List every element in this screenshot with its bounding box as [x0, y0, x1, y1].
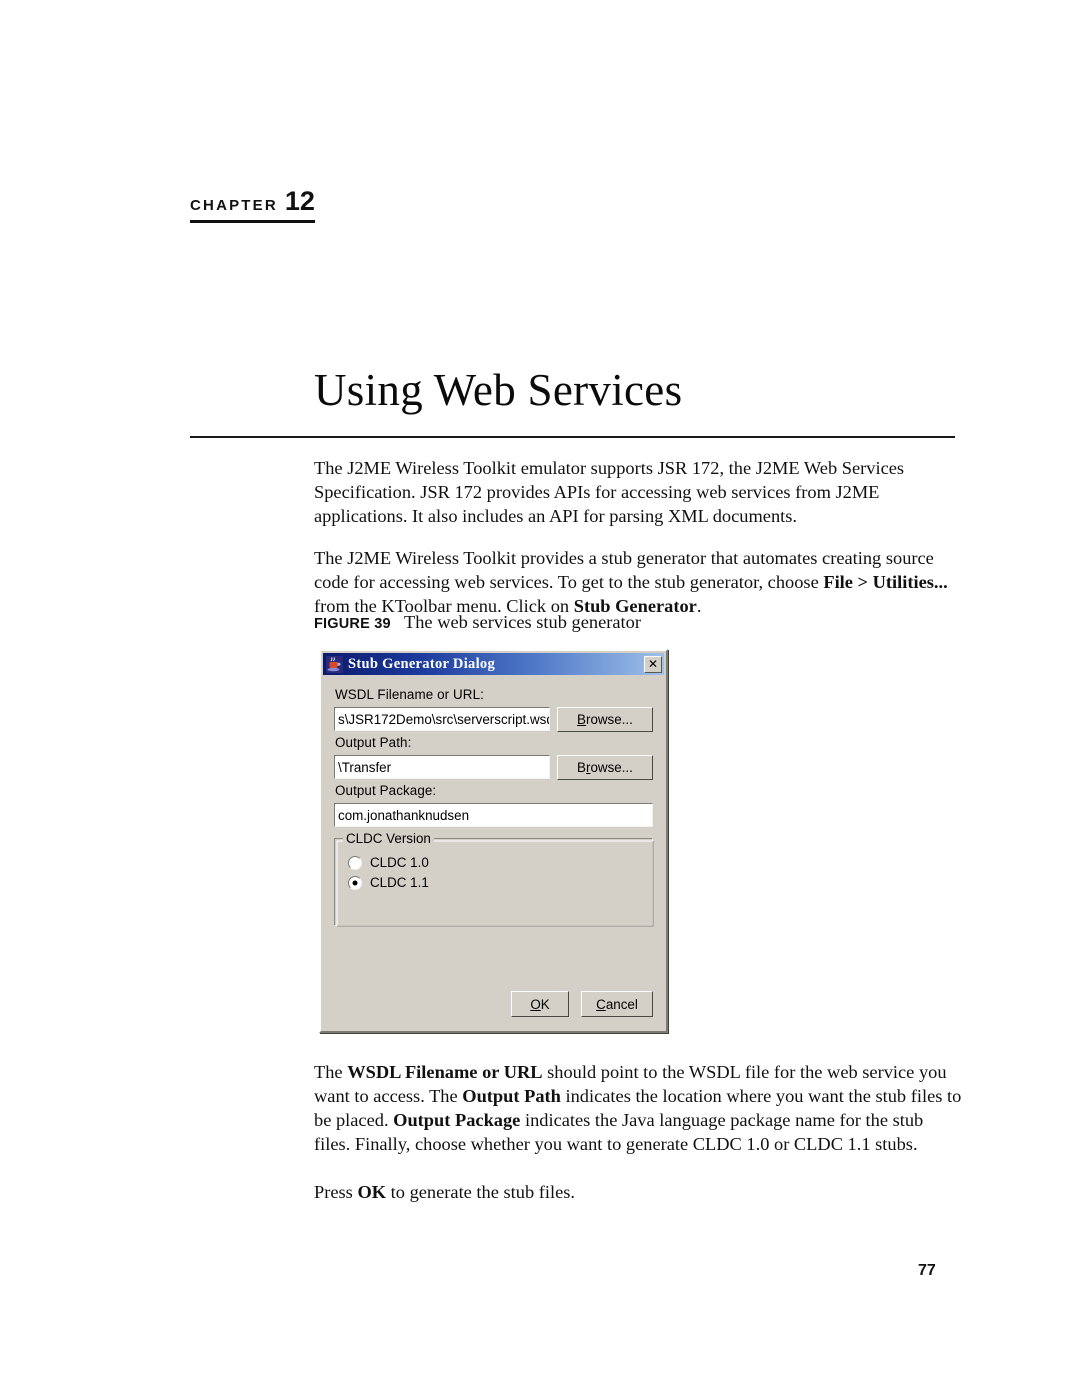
document-page: CHAPTER 12 Using Web Services The J2ME W… [0, 0, 1080, 1397]
p3-text-1: The [314, 1062, 348, 1082]
output-path-input[interactable]: \Transfer [334, 755, 550, 779]
wsdl-browse-rest: rowse... [585, 712, 633, 727]
cldc-version-groupbox: CLDC Version CLDC 1.0 CLDC 1.1 [334, 831, 653, 926]
paragraph-field-descriptions: The WSDL Filename or URL should point to… [314, 1060, 964, 1156]
p3-bold-wsdl: WSDL Filename or URL [347, 1062, 543, 1082]
ok-rest: K [540, 996, 550, 1012]
body-column: The J2ME Wireless Toolkit emulator suppo… [314, 456, 964, 637]
java-coffee-cup-icon [326, 655, 343, 673]
figure-caption-text: The web services stub generator [404, 612, 641, 632]
wsdl-field-label: WSDL Filename or URL: [335, 687, 484, 702]
radio-label-cldc-10: CLDC 1.0 [370, 855, 429, 870]
ok-mnemonic: O [530, 996, 541, 1012]
op-browse-b: B [577, 760, 586, 775]
paragraph-intro-text: The J2ME Wireless Toolkit emulator suppo… [314, 458, 905, 527]
dialog-title: Stub Generator Dialog [348, 655, 496, 672]
cancel-button[interactable]: Cancel [581, 991, 653, 1017]
body-column-lower: The WSDL Filename or URL should point to… [314, 1060, 964, 1222]
chapter-number: 12 [284, 186, 315, 216]
cancel-rest: ancel [605, 996, 638, 1012]
dialog-titlebar[interactable]: Stub Generator Dialog ✕ [323, 653, 664, 675]
ok-button[interactable]: OK [511, 991, 569, 1017]
output-package-input[interactable]: com.jonathanknudsen [334, 803, 653, 827]
close-icon[interactable]: ✕ [644, 655, 662, 673]
wsdl-filename-input[interactable]: s\JSR172Demo\src\serverscript.wsdl [334, 707, 550, 731]
title-divider [190, 436, 955, 438]
radio-option-cldc-11[interactable]: CLDC 1.1 [348, 875, 652, 890]
output-path-row: \Transfer Br owse... [334, 755, 653, 780]
stub-generator-dialog: Stub Generator Dialog ✕ WSDL Filename or… [319, 649, 668, 1033]
wsdl-field-row: s\JSR172Demo\src\serverscript.wsdl Brows… [334, 707, 653, 732]
p2-text-3: . [696, 596, 702, 617]
figure-label: FIGURE 39 [314, 616, 391, 632]
cancel-mnemonic: C [596, 996, 606, 1012]
paragraph-stub-generator: The J2ME Wireless Toolkit provides a stu… [314, 546, 964, 618]
output-path-label: Output Path: [335, 735, 412, 750]
radio-icon-cldc-10[interactable] [348, 855, 362, 870]
dialog-footer: OK Cancel [511, 991, 653, 1017]
page-title: Using Web Services [314, 365, 683, 416]
page-number: 77 [918, 1262, 936, 1279]
p4-bold-ok: OK [357, 1182, 387, 1203]
figure-caption: FIGURE 39 The web services stub generato… [314, 612, 641, 633]
dialog-body: WSDL Filename or URL: s\JSR172Demo\src\s… [323, 675, 664, 1029]
chapter-word-label: CHAPTER [190, 197, 278, 214]
op-browse-rest: owse... [590, 760, 633, 775]
p3-bold-output-package: Output Package [393, 1110, 521, 1131]
output-package-row: com.jonathanknudsen [334, 803, 653, 827]
wsdl-browse-button[interactable]: Browse... [556, 707, 653, 732]
p2-bold-file-utilities: File > Utilities... [823, 572, 948, 593]
chapter-marker: CHAPTER 12 [190, 186, 315, 223]
cldc-version-legend: CLDC Version [343, 831, 434, 846]
output-path-browse-button[interactable]: Br owse... [556, 755, 653, 780]
paragraph-press-ok: Press OK to generate the stub files. [314, 1180, 964, 1204]
p3-bold-output-path: Output Path [462, 1086, 561, 1107]
paragraph-intro: The J2ME Wireless Toolkit emulator suppo… [314, 456, 964, 528]
radio-icon-cldc-11[interactable] [348, 875, 362, 890]
radio-label-cldc-11: CLDC 1.1 [370, 875, 429, 890]
output-package-label: Output Package: [335, 783, 437, 798]
p4-text-1: Press [314, 1182, 358, 1203]
wsdl-browse-mnemonic: B [577, 712, 586, 727]
p4-text-2: to generate the stub files. [386, 1182, 576, 1203]
radio-option-cldc-10[interactable]: CLDC 1.0 [348, 855, 652, 870]
